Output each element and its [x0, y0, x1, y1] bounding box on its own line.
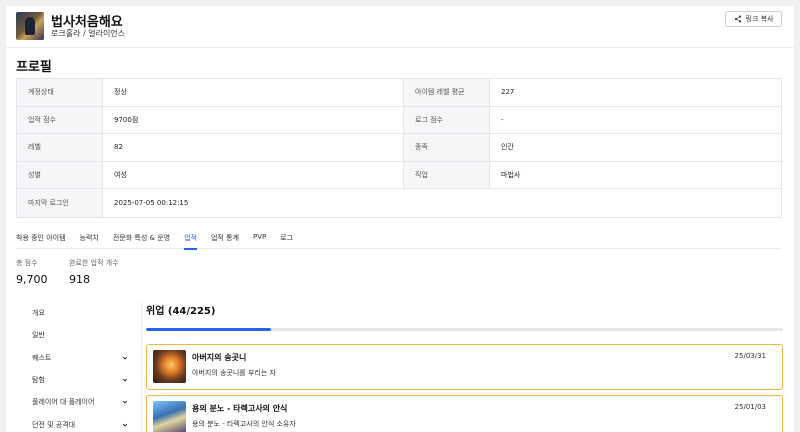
tab-logs[interactable]: 로그	[280, 230, 293, 249]
achievement-card[interactable]: 용의 분노 - 타렉고사의 안식 용의 분노 - 타렉고사의 안식 소유자 25…	[146, 395, 783, 432]
last-login-label: 마지막 로그인	[17, 189, 103, 217]
tab-achievements[interactable]: 업적	[184, 230, 197, 250]
profile-value: 227	[501, 88, 515, 97]
sidebar-item-dungeons-raids[interactable]: 던전 및 공격대	[16, 413, 132, 432]
profile-row: 업적 점수 9700점 로그 점수 -	[17, 106, 781, 134]
profile-label: 업적 점수	[17, 106, 103, 133]
achievement-thumbnail	[153, 401, 186, 432]
profile-title: 프로필	[16, 60, 52, 75]
profile-value: 여성	[103, 161, 404, 188]
total-points-label: 총 점수	[16, 259, 38, 267]
character-page: 법사처음해요 로크홀라 / 얼라이언스 링크 복사 프로필 계정상태 정상 아이…	[6, 6, 794, 432]
character-header: 법사처음해요 로크홀라 / 얼라이언스 링크 복사	[6, 6, 794, 46]
sidebar-item-quests[interactable]: 퀘스트	[16, 347, 132, 369]
tab-pvp[interactable]: PVP	[253, 230, 266, 249]
tab-specialization[interactable]: 전문화 특성 & 운영	[113, 230, 170, 249]
total-points-value: 9,700	[16, 273, 48, 286]
profile-value: 정상	[103, 79, 404, 106]
profile-value: 82	[103, 134, 404, 161]
sidebar-divider	[141, 302, 142, 432]
profile-value: 인간	[501, 143, 514, 152]
achievement-title: 아버지의 송곳니	[192, 353, 247, 362]
sidebar-item-general[interactable]: 일반	[16, 324, 132, 346]
chevron-down-icon	[122, 423, 128, 427]
sidebar-item-overview[interactable]: 개요	[16, 302, 132, 324]
profile-row: 계정상태 정상 아이템 레벨 평균 227	[17, 79, 781, 107]
tab-stats[interactable]: 능력치	[80, 230, 99, 249]
header-divider	[6, 47, 794, 48]
profile-label: 로그 점수	[404, 106, 490, 133]
chevron-down-icon	[122, 378, 128, 382]
sidebar-item-label: 일반	[32, 331, 45, 340]
profile-label: 레벨	[17, 134, 103, 161]
profile-label: 아이템 레벨 평균	[404, 79, 490, 106]
sidebar-item-label: 퀘스트	[32, 353, 52, 362]
chevron-down-icon	[122, 401, 128, 404]
profile-label: 종족	[404, 134, 490, 161]
profile-label: 계정상태	[17, 79, 103, 106]
sidebar-item-exploration[interactable]: 탐험	[16, 369, 132, 391]
tab-achievement-stats[interactable]: 업적 통계	[211, 230, 239, 249]
character-avatar	[16, 12, 44, 40]
sidebar-item-label: 던전 및 공격대	[32, 420, 76, 429]
profile-row: 마지막 로그인 2025-07-05 00:12:15	[17, 189, 781, 217]
achievement-progress-fill	[146, 328, 271, 331]
sidebar-item-label: 개요	[32, 309, 45, 318]
last-login-value: 2025-07-05 00:12:15	[114, 198, 189, 207]
server-guild: 로크홀라 / 얼라이언스	[51, 29, 126, 38]
completed-count-stat: 완료한 업적 개수 918	[69, 258, 119, 286]
total-points-stat: 총 점수 9,700	[16, 258, 48, 286]
achievement-thumbnail	[153, 350, 186, 383]
chevron-down-icon	[122, 356, 128, 360]
achievement-progress-bar	[146, 328, 783, 331]
profile-value: 9700점	[103, 106, 404, 133]
sidebar-item-label: 플레이어 대 플레이어	[32, 398, 95, 407]
completed-count-value: 918	[69, 273, 90, 286]
sidebar-item-pvp[interactable]: 플레이어 대 플레이어	[16, 391, 132, 413]
copy-link-label: 링크 복사	[745, 15, 774, 23]
achievement-title: 용의 분노 - 타렉고사의 안식	[192, 404, 288, 413]
profile-label: 직업	[404, 161, 490, 188]
achievement-card[interactable]: 아버지의 송곳니 아버지의 송곳니를 부리는 자 25/03/31	[146, 344, 783, 390]
achievement-panel: 위업 (44/225) 아버지의 송곳니 아버지의 송곳니를 부리는 자 25/…	[146, 302, 786, 432]
tab-equipment[interactable]: 착용 중인 아이템	[16, 230, 66, 249]
achievement-date: 25/01/03	[734, 403, 766, 411]
profile-value: -	[501, 115, 504, 124]
profile-row: 성별 여성 직업 마법사	[17, 161, 781, 189]
character-tabs: 착용 중인 아이템 능력치 전문화 특성 & 운영 업적 업적 통계 PVP 로…	[16, 230, 782, 250]
copy-link-button[interactable]: 링크 복사	[725, 11, 782, 27]
profile-label: 성별	[17, 161, 103, 188]
completed-count-label: 완료한 업적 개수	[69, 259, 119, 267]
achievement-date: 25/03/31	[734, 352, 766, 360]
profile-row: 레벨 82 종족 인간	[17, 134, 781, 162]
profile-value: 마법사	[501, 170, 521, 179]
achievement-description: 아버지의 송곳니를 부리는 자	[192, 369, 276, 377]
achievement-category-sidebar: 개요 일반 퀘스트 탐험 플레이어 대 플레이어 던전 및 공격대	[16, 302, 132, 432]
sidebar-item-label: 탐험	[32, 376, 45, 385]
achievement-category-title: 위업 (44/225)	[146, 306, 216, 317]
profile-table: 계정상태 정상 아이템 레벨 평균 227 업적 점수 9700점 로그 점수 …	[16, 78, 782, 218]
achievement-description: 용의 분노 - 타렉고사의 안식 소유자	[192, 420, 296, 428]
share-icon	[734, 15, 741, 23]
